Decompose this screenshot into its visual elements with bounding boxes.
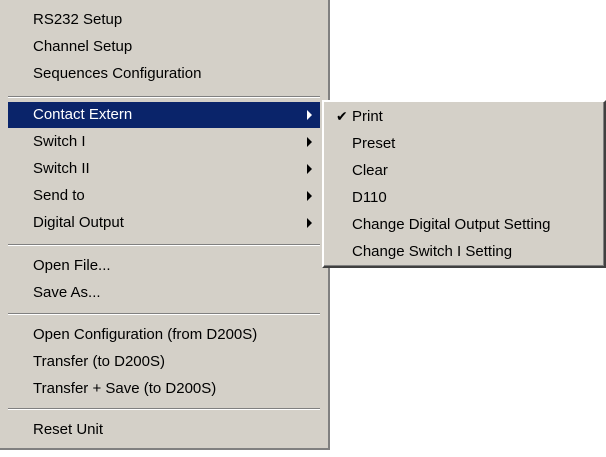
submenu-arrow-icon [307, 110, 312, 120]
submenu-item-label: Change Digital Output Setting [352, 216, 551, 233]
menu-item-label: Reset Unit [33, 421, 104, 438]
menu-item-label: Sequences Configuration [33, 65, 202, 82]
menu-item-digital-output[interactable]: Digital Output [8, 210, 320, 236]
menu-item-rs232-setup[interactable]: RS232 Setup [8, 7, 320, 33]
submenu-item-label: Clear [352, 162, 388, 179]
submenu-item-change-switch-i-setting[interactable]: Change Switch I Setting [328, 239, 600, 265]
menu-item-label: Send to [33, 187, 85, 204]
menu-item-transfer[interactable]: Transfer (to D200S) [8, 349, 320, 375]
submenu-arrow-icon [307, 218, 312, 228]
checkmark-icon: ✔ [336, 108, 348, 124]
menu-item-label: Open File... [33, 257, 111, 274]
submenu-item-label: Change Switch I Setting [352, 243, 513, 260]
menu-item-label: Switch II [33, 160, 90, 177]
menu-item-switch-ii[interactable]: Switch II [8, 156, 320, 182]
submenu-item-preset[interactable]: Preset [328, 131, 600, 157]
submenu-item-label: Print [352, 108, 383, 125]
contact-extern-submenu: ✔ Print Preset Clear D110 Change Digital… [322, 100, 606, 268]
menu-item-label: Transfer + Save (to D200S) [33, 380, 217, 397]
menu-item-switch-i[interactable]: Switch I [8, 129, 320, 155]
menu-item-open-configuration[interactable]: Open Configuration (from D200S) [8, 322, 320, 348]
submenu-item-print[interactable]: ✔ Print [328, 104, 600, 130]
menu-item-label: Save As... [33, 284, 101, 301]
menu-separator [8, 244, 320, 246]
context-menu: RS232 Setup Channel Setup Sequences Conf… [0, 0, 330, 450]
submenu-arrow-icon [307, 164, 312, 174]
menu-item-label: Channel Setup [33, 38, 133, 55]
menu-item-label: Digital Output [33, 214, 124, 231]
menu-item-label: Open Configuration (from D200S) [33, 326, 258, 343]
submenu-item-label: Preset [352, 135, 396, 152]
menu-separator [8, 408, 320, 410]
menu-item-sequences-configuration[interactable]: Sequences Configuration [8, 61, 320, 87]
submenu-item-change-digital-output-setting[interactable]: Change Digital Output Setting [328, 212, 600, 238]
menu-item-save-as[interactable]: Save As... [8, 280, 320, 306]
menu-item-contact-extern[interactable]: Contact Extern [8, 102, 320, 128]
submenu-item-d110[interactable]: D110 [328, 185, 600, 211]
menu-item-send-to[interactable]: Send to [8, 183, 320, 209]
menu-item-label: RS232 Setup [33, 11, 123, 28]
menu-item-channel-setup[interactable]: Channel Setup [8, 34, 320, 60]
menu-separator [8, 96, 320, 98]
submenu-arrow-icon [307, 191, 312, 201]
menu-item-label: Transfer (to D200S) [33, 353, 165, 370]
menu-item-transfer-save[interactable]: Transfer + Save (to D200S) [8, 376, 320, 402]
submenu-item-clear[interactable]: Clear [328, 158, 600, 184]
submenu-item-label: D110 [352, 189, 387, 206]
menu-item-reset-unit[interactable]: Reset Unit [8, 417, 320, 443]
submenu-arrow-icon [307, 137, 312, 147]
menu-item-open-file[interactable]: Open File... [8, 253, 320, 279]
menu-item-label: Switch I [33, 133, 86, 150]
menu-item-label: Contact Extern [33, 106, 133, 123]
menu-separator [8, 313, 320, 315]
